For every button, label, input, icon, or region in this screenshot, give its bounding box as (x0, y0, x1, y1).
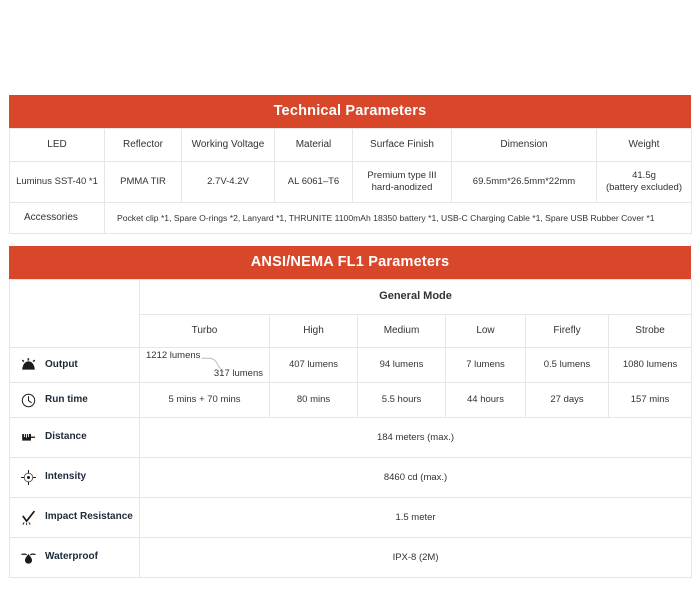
ansi-parameters-table: General Mode Turbo High Medium Low Firef… (9, 279, 693, 578)
row-impact-resistance: Impact Resistance 1.5 meter (9, 497, 693, 538)
value-reflector: PMMA TIR (104, 161, 182, 203)
mode-header-strobe: Strobe (607, 314, 693, 348)
value-surface-finish: Premium type III hard-anodized (352, 161, 452, 203)
value-run-time-firefly: 27 days (525, 382, 609, 418)
row-label-impact-resistance-text: Impact Resistance (45, 511, 133, 523)
value-material: AL 6061–T6 (274, 161, 353, 203)
col-header-surface-finish: Surface Finish (352, 128, 452, 162)
water-drop-icon (20, 549, 37, 566)
technical-value-row: Luminus SST-40 *1 PMMA TIR 2.7V-4.2V AL … (9, 161, 692, 203)
row-label-waterproof-text: Waterproof (45, 551, 98, 563)
value-run-time-strobe: 157 mins (607, 382, 693, 418)
row-run-time: Run time 5 mins + 70 mins 80 mins 5.5 ho… (9, 382, 693, 418)
row-label-distance-text: Distance (45, 431, 87, 443)
value-output-low: 7 lumens (445, 347, 526, 383)
col-header-led: LED (9, 128, 105, 162)
value-run-time-low: 44 hours (445, 382, 526, 418)
mode-header-firefly: Firefly (525, 314, 609, 348)
ansi-parameters-banner: ANSI/NEMA FL1 Parameters (9, 246, 691, 279)
value-distance: 184 meters (max.) (138, 417, 693, 458)
value-dimension: 69.5mm*26.5mm*22mm (451, 161, 597, 203)
mode-header-high: High (269, 314, 358, 348)
accessories-row: Accessories Pocket clip *1, Spare O-ring… (9, 202, 692, 234)
value-impact-resistance: 1.5 meter (138, 497, 693, 538)
tables-container: Technical Parameters LED Reflector Worki… (9, 95, 693, 578)
row-label-run-time: Run time (9, 382, 140, 418)
row-label-output: Output (9, 347, 140, 383)
value-weight: 41.5g (battery excluded) (596, 161, 692, 203)
row-label-distance: Distance (9, 417, 140, 458)
row-label-intensity: Intensity (9, 457, 140, 498)
value-weight-line1: 41.5g (632, 170, 656, 182)
row-label-intensity-text: Intensity (45, 471, 87, 483)
beam-icon (20, 357, 37, 374)
value-output-strobe: 1080 lumens (607, 347, 693, 383)
ansi-group-header-row: General Mode (9, 279, 693, 348)
col-header-reflector: Reflector (104, 128, 182, 162)
accessories-value: Pocket clip *1, Spare O-rings *2, Lanyar… (104, 202, 692, 234)
value-run-time-turbo: 5 mins + 70 mins (139, 382, 270, 418)
technical-parameters-banner: Technical Parameters (9, 95, 691, 128)
checkmark-impact-icon (20, 509, 37, 526)
mode-header-turbo: Turbo (139, 314, 270, 348)
value-run-time-medium: 5.5 hours (357, 382, 446, 418)
col-header-working-voltage: Working Voltage (181, 128, 275, 162)
row-waterproof: Waterproof IPX-8 (2M) (9, 537, 693, 578)
row-label-run-time-text: Run time (45, 393, 88, 405)
col-header-weight: Weight (596, 128, 692, 162)
row-output: Output 1212 lumens 317 lumens 407 lumens (9, 347, 693, 383)
value-output-turbo-stepdown: 317 lumens (213, 368, 263, 380)
row-intensity: Intensity 8460 cd (max.) (9, 457, 693, 498)
col-header-dimension: Dimension (451, 128, 597, 162)
value-working-voltage: 2.7V-4.2V (181, 161, 275, 203)
value-waterproof: IPX-8 (2M) (138, 537, 693, 578)
mode-header-low: Low (445, 314, 526, 348)
ansi-corner-cell (9, 279, 140, 348)
col-header-material: Material (274, 128, 353, 162)
general-mode-group-header: General Mode (138, 279, 693, 315)
value-output-high: 407 lumens (269, 347, 358, 383)
row-label-waterproof: Waterproof (9, 537, 140, 578)
value-output-turbo-primary: 1212 lumens (146, 350, 201, 361)
value-led: Luminus SST-40 *1 (9, 161, 105, 203)
mode-header-medium: Medium (357, 314, 446, 348)
technical-parameters-table: LED Reflector Working Voltage Material S… (9, 128, 692, 234)
row-label-output-text: Output (45, 358, 78, 370)
accessories-label: Accessories (9, 202, 105, 234)
value-intensity: 8460 cd (max.) (138, 457, 693, 498)
spec-sheet-page: Technical Parameters LED Reflector Worki… (0, 0, 700, 600)
value-surface-finish-line1: Premium type III (367, 170, 437, 182)
value-output-turbo: 1212 lumens 317 lumens (139, 347, 270, 383)
value-weight-line2: (battery excluded) (605, 182, 683, 193)
crosshair-icon (20, 469, 37, 486)
ruler-icon (20, 429, 37, 446)
technical-header-row: LED Reflector Working Voltage Material S… (9, 128, 692, 162)
row-distance: Distance 184 meters (max.) (9, 417, 693, 458)
clock-icon (20, 392, 37, 409)
value-run-time-high: 80 mins (269, 382, 358, 418)
value-surface-finish-line2: hard-anodized (371, 182, 433, 193)
value-output-firefly: 0.5 lumens (525, 347, 609, 383)
value-output-medium: 94 lumens (357, 347, 446, 383)
row-label-impact-resistance: Impact Resistance (9, 497, 140, 538)
